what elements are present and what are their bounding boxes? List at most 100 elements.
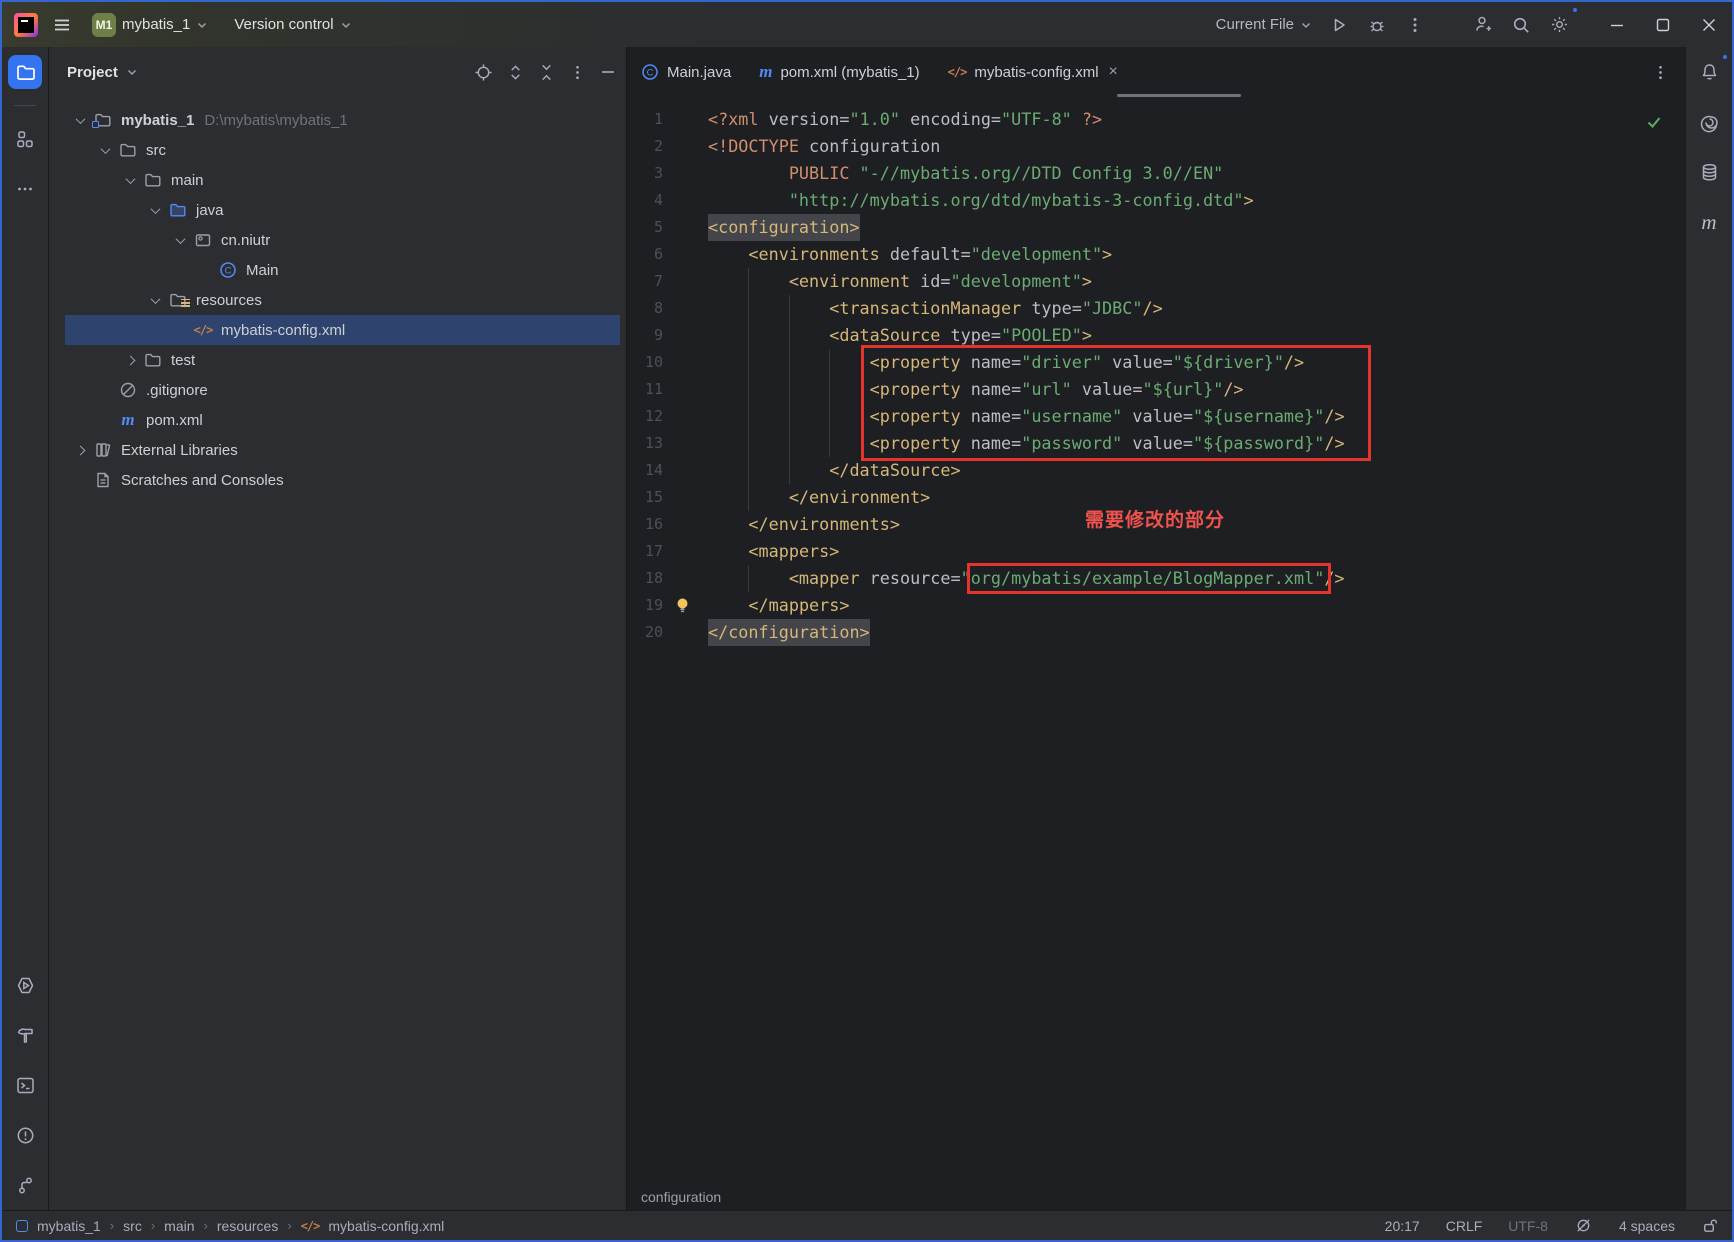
tree-item-main[interactable]: main [65, 165, 620, 195]
file-encoding[interactable]: UTF-8 [1508, 1218, 1548, 1234]
tree-item-resources[interactable]: resources [65, 285, 620, 315]
tree-item-main[interactable]: CMain [65, 255, 620, 285]
editor-tab-main-java[interactable]: CMain.java [627, 47, 745, 97]
collapse-all-icon[interactable] [538, 64, 555, 81]
line-separator[interactable]: CRLF [1446, 1218, 1483, 1234]
tab-list-more-icon[interactable] [1652, 64, 1669, 81]
highlighting-level-icon[interactable] [1574, 1216, 1593, 1235]
breadcrumb-item[interactable]: main [164, 1218, 194, 1234]
more-actions-icon[interactable] [1398, 8, 1432, 42]
code-line-2[interactable]: 2<!DOCTYPE configuration [627, 133, 1685, 160]
project-panel-title[interactable]: Project [67, 64, 118, 81]
tree-item-java[interactable]: java [65, 195, 620, 225]
inspection-ok-check-icon[interactable] [1645, 113, 1663, 131]
code-line-20[interactable]: 20</configuration> [627, 619, 1685, 646]
settings-gear-icon[interactable] [1542, 8, 1576, 42]
tree-chevron-icon[interactable] [169, 237, 191, 244]
locate-file-icon[interactable] [474, 63, 493, 82]
run-configuration-selector[interactable]: Current File [1216, 16, 1312, 33]
breadcrumb-item[interactable]: src [123, 1218, 142, 1234]
code-line-17[interactable]: 17 <mappers> [627, 538, 1685, 565]
tree-chevron-icon[interactable] [144, 297, 166, 304]
class-icon: C [641, 63, 659, 81]
gutter [663, 376, 708, 403]
gutter [663, 349, 708, 376]
project-name: mybatis_1 [122, 16, 190, 33]
search-everywhere-icon[interactable] [1504, 8, 1538, 42]
window-maximize-button[interactable] [1640, 2, 1686, 47]
terminal-tool-window-icon[interactable] [8, 1068, 42, 1102]
tree-item-test[interactable]: test [65, 345, 620, 375]
project-panel: Project mybatis_1D:\mybatis\mybatis_1src… [49, 47, 627, 1210]
code-line-6[interactable]: 6 <environments default="development"> [627, 241, 1685, 268]
notifications-bell-icon[interactable] [1692, 55, 1726, 89]
breadcrumb-item[interactable]: resources [217, 1218, 278, 1234]
build-tool-window-icon[interactable] [8, 1018, 42, 1052]
code-line-8[interactable]: 8 <transactionManager type="JDBC"/> [627, 295, 1685, 322]
tree-item-mybatis-config-xml[interactable]: </>mybatis-config.xml [65, 315, 620, 345]
window-close-button[interactable] [1686, 2, 1732, 47]
tree-item-label: External Libraries [121, 442, 238, 459]
code-line-1[interactable]: 1<?xml version="1.0" encoding="UTF-8" ?> [627, 106, 1685, 133]
code-line-19[interactable]: 19 </mappers> [627, 592, 1685, 619]
project-widget[interactable]: M1 mybatis_1 [86, 9, 214, 41]
git-tool-window-icon[interactable] [8, 1168, 42, 1202]
editor-tab-mybatis-config-xml[interactable]: </>mybatis-config.xml× [934, 47, 1132, 97]
line-number: 13 [627, 430, 663, 457]
xml-breadcrumb[interactable]: configuration [627, 1183, 1685, 1210]
breadcrumb-item[interactable]: mybatis-config.xml [328, 1218, 444, 1234]
gutter [663, 565, 708, 592]
code-line-7[interactable]: 7 <environment id="development"> [627, 268, 1685, 295]
tree-item-cn-niutr[interactable]: cn.niutr [65, 225, 620, 255]
code-editor[interactable]: 1<?xml version="1.0" encoding="UTF-8" ?>… [627, 97, 1685, 1183]
tree-item-scratches-and-consoles[interactable]: Scratches and Consoles [65, 465, 620, 495]
debug-icon[interactable] [1360, 8, 1394, 42]
tree-item--gitignore[interactable]: .gitignore [65, 375, 620, 405]
unlock-icon[interactable] [1701, 1217, 1718, 1234]
vcs-widget[interactable]: Version control [228, 12, 357, 37]
xml-breadcrumb-item[interactable]: configuration [641, 1189, 721, 1205]
tree-item-external-libraries[interactable]: External Libraries [65, 435, 620, 465]
tree-item-mybatis-1[interactable]: mybatis_1D:\mybatis\mybatis_1 [65, 105, 620, 135]
code-with-me-icon[interactable] [1466, 8, 1500, 42]
tree-item-pom-xml[interactable]: mpom.xml [65, 405, 620, 435]
status-bar: mybatis_1›src›main›resources›</>mybatis-… [2, 1210, 1732, 1240]
tree-chevron-icon[interactable] [94, 147, 116, 154]
problems-tool-window-icon[interactable] [8, 1118, 42, 1152]
project-tool-window-button[interactable] [8, 55, 42, 89]
main-menu-hamburger-icon[interactable] [52, 15, 72, 35]
caret-position[interactable]: 20:17 [1385, 1218, 1420, 1234]
editor-tab-bar: CMain.javampom.xml (mybatis_1)</>mybatis… [627, 47, 1685, 97]
ai-assistant-icon[interactable] [1692, 105, 1726, 139]
indent-setting[interactable]: 4 spaces [1619, 1218, 1675, 1234]
more-tool-windows-icon[interactable] [8, 172, 42, 206]
maven-tool-window-icon[interactable]: m [1692, 205, 1726, 239]
chevron-down-icon[interactable] [126, 66, 138, 78]
intention-bulb-icon[interactable] [663, 592, 708, 619]
tree-chevron-icon[interactable] [119, 177, 141, 184]
tree-chevron-icon[interactable] [69, 117, 91, 124]
panel-options-icon[interactable] [569, 64, 586, 81]
code-line-3[interactable]: 3 PUBLIC "-//mybatis.org//DTD Config 3.0… [627, 160, 1685, 187]
hide-panel-icon[interactable] [600, 64, 616, 80]
tree-item-label: pom.xml [146, 412, 203, 429]
run-icon[interactable] [1322, 8, 1356, 42]
services-tool-window-icon[interactable] [8, 968, 42, 1002]
expand-all-icon[interactable] [507, 64, 524, 81]
tree-chevron-icon[interactable] [69, 447, 91, 454]
database-tool-window-icon[interactable] [1692, 155, 1726, 189]
line-number: 11 [627, 376, 663, 403]
code-line-4[interactable]: 4 "http://mybatis.org/dtd/mybatis-3-conf… [627, 187, 1685, 214]
tree-chevron-icon[interactable] [144, 207, 166, 214]
tree-item-src[interactable]: src [65, 135, 620, 165]
breadcrumb-item[interactable]: mybatis_1 [37, 1218, 101, 1234]
tree-chevron-icon[interactable] [119, 357, 141, 364]
structure-squares-icon[interactable] [8, 122, 42, 156]
editor-tab-pom-xml-mybatis-1-[interactable]: mpom.xml (mybatis_1) [745, 47, 933, 97]
window-minimize-button[interactable] [1594, 2, 1640, 47]
code-line-14[interactable]: 14 </dataSource> [627, 457, 1685, 484]
tab-close-icon[interactable]: × [1109, 63, 1118, 81]
code-line-5[interactable]: 5<configuration> [627, 214, 1685, 241]
line-number: 9 [627, 322, 663, 349]
indent-guide [748, 268, 749, 511]
